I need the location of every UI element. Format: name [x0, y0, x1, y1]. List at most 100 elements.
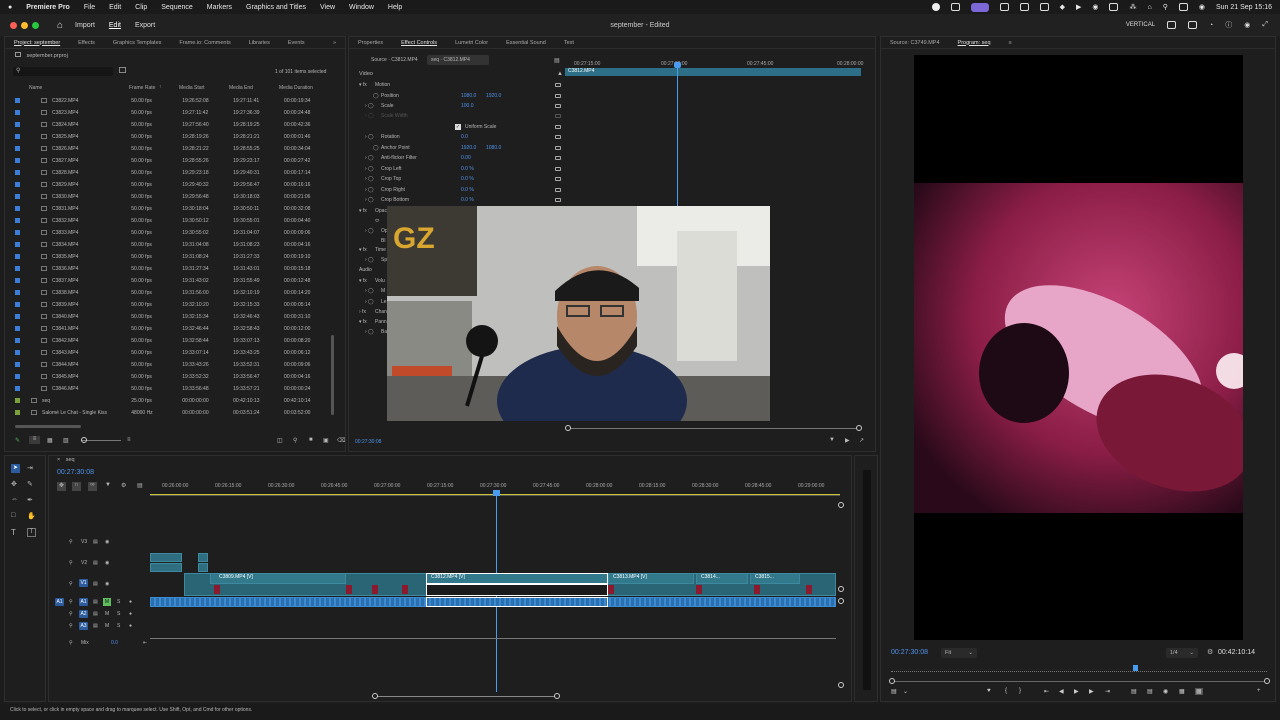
- v1-clip[interactable]: C3815...: [750, 573, 800, 584]
- source-patch-a1[interactable]: A1: [55, 598, 64, 606]
- status-icon[interactable]: [931, 3, 940, 11]
- export-icon[interactable]: ↗: [859, 437, 864, 444]
- eye-icon[interactable]: ◉: [105, 539, 109, 545]
- label-color-swatch[interactable]: [15, 326, 20, 332]
- project-row[interactable]: seq 25.00 fps 00:00:00:00 00:42:10:13 00:42:…: [5, 395, 335, 407]
- find-icon[interactable]: ⚲: [293, 437, 297, 444]
- type-tool-icon[interactable]: T: [11, 528, 16, 537]
- sync-lock-icon[interactable]: ▤: [93, 599, 98, 605]
- eye-icon[interactable]: ◉: [105, 560, 109, 566]
- move-tool-icon[interactable]: ✥: [11, 480, 17, 488]
- ec-playhead[interactable]: [677, 63, 678, 213]
- slip-tool-icon[interactable]: ⇔: [11, 496, 18, 503]
- program-playhead[interactable]: [1133, 665, 1138, 671]
- project-row[interactable]: C3838.MP4 50.00 fps 19:31:56:00 19:32:10:19…: [5, 287, 335, 299]
- program-timecode[interactable]: 00:27:30:08: [891, 649, 928, 656]
- panel-menu-icon[interactable]: ▤: [554, 57, 560, 64]
- program-zoom-handle-right[interactable]: [1264, 678, 1270, 684]
- fx-crop-right[interactable]: › ◯ Crop Right 0.0 %: [355, 185, 565, 196]
- close-window-button[interactable]: [10, 21, 17, 29]
- v1-clip[interactable]: C3813.MP4 [V]: [608, 573, 694, 584]
- tab-project[interactable]: Project: september: [5, 40, 69, 46]
- col-media-start[interactable]: Media Start: [179, 85, 205, 91]
- lock-icon[interactable]: ⚲: [69, 539, 73, 545]
- add-marker-icon[interactable]: ▼: [105, 482, 111, 488]
- help-icon[interactable]: ⓘ: [1225, 20, 1232, 30]
- solo-button[interactable]: S: [117, 599, 120, 605]
- pen-tool-icon[interactable]: ✒: [27, 496, 33, 504]
- tab-effect-controls[interactable]: Effect Controls: [392, 40, 446, 46]
- track-a3-label[interactable]: A3: [79, 622, 88, 630]
- timeline-vscroll-handle[interactable]: [838, 598, 844, 604]
- seq-clip-tab[interactable]: seq · C3812.MP4: [427, 55, 489, 65]
- menu-file[interactable]: File: [84, 4, 95, 11]
- ec-zoom-bar[interactable]: [567, 428, 861, 429]
- linked-selection-icon[interactable]: ∞: [88, 482, 97, 491]
- label-color-swatch[interactable]: [15, 398, 20, 404]
- eye-icon[interactable]: ◉: [105, 581, 109, 587]
- project-row[interactable]: C3840.MP4 50.00 fps 19:32:15:34 19:32:46:43…: [5, 311, 335, 323]
- label-color-swatch[interactable]: [15, 374, 20, 380]
- menu-sequence[interactable]: Sequence: [161, 4, 193, 11]
- tab-program-monitor[interactable]: Program: seq: [949, 40, 1000, 46]
- minimize-window-button[interactable]: [21, 21, 28, 29]
- mic-icon[interactable]: ●: [129, 599, 132, 605]
- tab-source-monitor[interactable]: Source: C3749.MP4: [881, 40, 949, 46]
- label-color-swatch[interactable]: [15, 242, 20, 248]
- mark-out-icon[interactable]: }: [1019, 688, 1021, 694]
- solo-button[interactable]: S: [117, 611, 120, 617]
- tab-frameio-comments[interactable]: Frame.io: Comments: [170, 40, 239, 46]
- sort-icons-icon[interactable]: ≡: [127, 437, 131, 443]
- mute-button[interactable]: M: [105, 623, 109, 629]
- col-frame-rate[interactable]: Frame Rate: [129, 85, 155, 91]
- rotation-value[interactable]: 0.0: [461, 134, 468, 140]
- track-area[interactable]: C3809.MP4 [V] C3812.MP4 [V] C3813.MP4 [V…: [150, 496, 840, 686]
- menu-help[interactable]: Help: [388, 4, 402, 11]
- fit-dropdown[interactable]: Fit ⌄: [941, 648, 977, 658]
- label-color-swatch[interactable]: [15, 158, 20, 164]
- project-hscrollbar[interactable]: [15, 425, 81, 428]
- more-tabs-icon[interactable]: »: [324, 40, 345, 46]
- crop-right-value[interactable]: 0.0 %: [461, 187, 474, 193]
- bluetooth-icon[interactable]: ⁂: [1129, 3, 1136, 11]
- tab-essential-sound[interactable]: Essential Sound: [497, 40, 555, 46]
- project-row[interactable]: C3832.MP4 50.00 fps 19:30:50:12 19:30:55:01…: [5, 215, 335, 227]
- lock-icon[interactable]: ⚲: [69, 581, 73, 587]
- pencil-icon[interactable]: ✎: [15, 437, 20, 444]
- sync-lock-icon[interactable]: ▤: [93, 611, 98, 617]
- workspace-edit[interactable]: Edit: [109, 22, 121, 29]
- ripple-edit-tool-icon[interactable]: ✎: [27, 480, 33, 488]
- button-editor-icon[interactable]: +: [1257, 688, 1261, 694]
- lock-icon[interactable]: ⚲: [69, 640, 73, 646]
- reset-icon[interactable]: [555, 188, 561, 193]
- tab-graphics-templates[interactable]: Graphics Templates: [104, 40, 171, 46]
- quick-export-icon[interactable]: [1188, 21, 1198, 29]
- project-row[interactable]: C3846.MP4 50.00 fps 19:33:56:48 19:33:57:21…: [5, 383, 335, 395]
- project-row[interactable]: C3836.MP4 50.00 fps 19:31:27:34 19:31:43:01…: [5, 263, 335, 275]
- crop-left-value[interactable]: 0.0 %: [461, 166, 474, 172]
- timeline-vscroll-handle[interactable]: [838, 502, 844, 508]
- lock-icon[interactable]: ⚲: [69, 560, 73, 566]
- timeline-vscroll-handle[interactable]: [838, 682, 844, 688]
- automate-to-sequence-icon[interactable]: ◫: [277, 437, 283, 444]
- label-color-swatch[interactable]: [15, 302, 20, 308]
- reset-icon[interactable]: [555, 146, 561, 151]
- project-row[interactable]: C3834.MP4 50.00 fps 19:31:04:08 19:31:08:23…: [5, 239, 335, 251]
- reset-icon[interactable]: [555, 167, 561, 172]
- reset-icon[interactable]: [555, 83, 561, 88]
- v2-clip[interactable]: [198, 553, 208, 562]
- marker-icon[interactable]: ♥: [987, 688, 991, 694]
- tab-text[interactable]: Text: [555, 40, 583, 46]
- a1-selected-audio[interactable]: [426, 597, 608, 607]
- timeline-timecode[interactable]: 00:27:30:08: [57, 469, 94, 476]
- selected-clip-body[interactable]: [426, 584, 608, 596]
- label-color-swatch[interactable]: [15, 206, 20, 212]
- fx-rotation[interactable]: › ◯ Rotation 0.0: [355, 132, 565, 143]
- project-row[interactable]: C3845.MP4 50.00 fps 19:33:52:32 19:33:56:47…: [5, 371, 335, 383]
- fx-antiflicker[interactable]: › ◯ Anti-flicker Filter 0.00: [355, 153, 565, 164]
- menu-view[interactable]: View: [320, 4, 335, 11]
- fx-crop-bottom[interactable]: › ◯ Crop Bottom 0.0 %: [355, 195, 565, 206]
- list-view-icon[interactable]: ≡: [29, 436, 40, 444]
- sync-lock-icon[interactable]: ▤: [93, 560, 98, 566]
- label-color-swatch[interactable]: [15, 122, 20, 128]
